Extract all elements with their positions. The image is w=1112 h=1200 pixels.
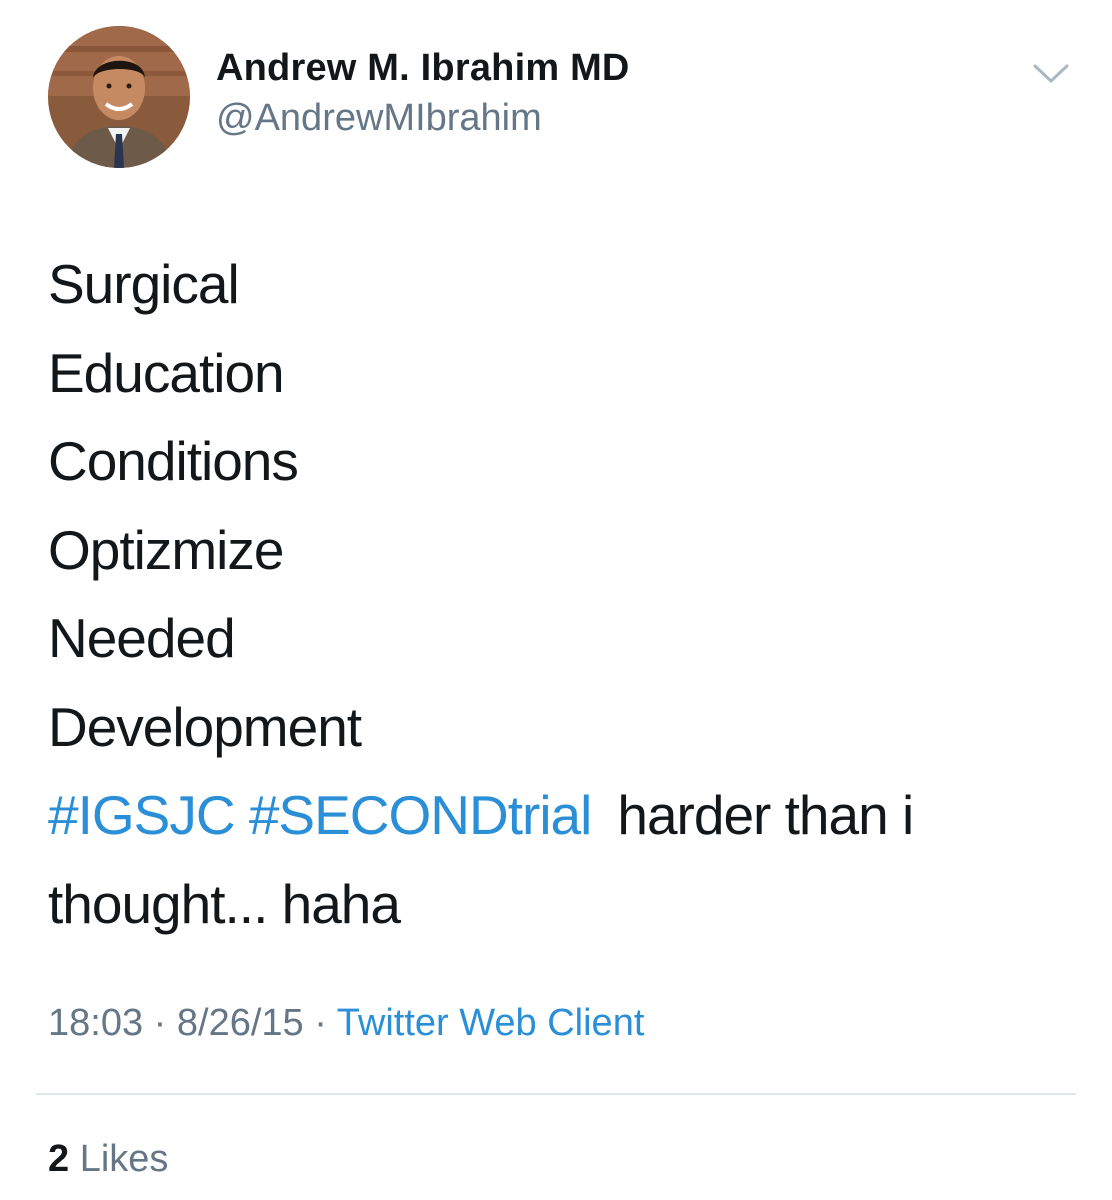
likes-count: 2 — [48, 1138, 70, 1180]
tweet-line: Surgical — [48, 253, 240, 315]
tweet-meta: 18:03 · 8/26/15 · Twitter Web Client — [48, 1000, 644, 1046]
tweet-text-continuation: harder than i — [617, 784, 914, 846]
divider — [36, 1093, 1076, 1095]
tweet-time: 18:03 — [48, 1002, 144, 1044]
meta-separator: · — [314, 1002, 327, 1044]
user-handle[interactable]: @AndrewMIbrahim — [216, 96, 542, 140]
profile-photo — [48, 26, 190, 168]
hashtag-link[interactable]: #IGSJC — [48, 784, 236, 846]
tweet-line: Education — [48, 341, 285, 404]
hashtag-link[interactable]: #SECONDtrial — [249, 784, 593, 846]
tweet-line: Needed — [48, 607, 236, 669]
tweet-line-hashtags: #IGSJC #SECONDtrial harder than i — [48, 771, 1078, 860]
likes-label: Likes — [79, 1138, 169, 1180]
tweet-date: 8/26/15 — [176, 1002, 304, 1044]
tweet-line: Optizmize — [48, 518, 285, 581]
display-name[interactable]: Andrew M. Ibrahim MD — [216, 46, 630, 90]
meta-separator: · — [153, 1002, 167, 1044]
tweet-source-link[interactable]: Twitter Web Client — [337, 1002, 645, 1044]
tweet-line: Conditions — [48, 430, 299, 492]
tweet-line: Development — [48, 695, 362, 758]
tweet-text: Surgical Education Conditions Optizmize … — [48, 240, 1078, 948]
tweet-line: thought... haha — [48, 872, 401, 935]
avatar[interactable] — [48, 26, 190, 168]
chevron-down-icon[interactable] — [1030, 56, 1072, 90]
likes-stat[interactable]: 2 Likes — [48, 1136, 168, 1182]
